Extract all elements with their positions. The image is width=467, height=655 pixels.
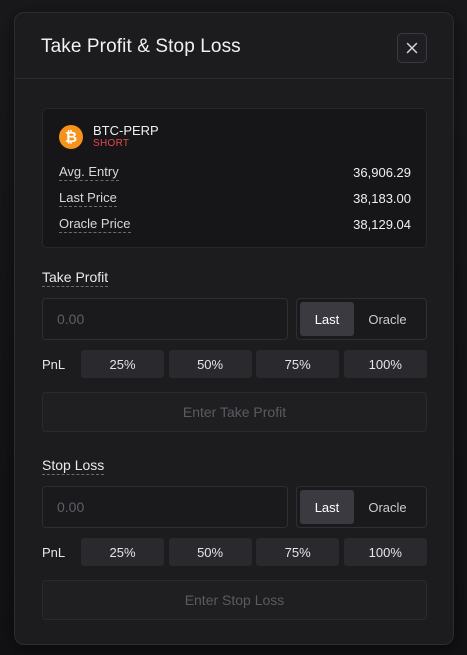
market-name: BTC-PERP [93, 123, 159, 138]
avg-entry-label: Avg. Entry [59, 163, 119, 181]
take-profit-price-input[interactable] [42, 298, 288, 340]
last-price-label: Last Price [59, 189, 117, 207]
stop-loss-pnl-25-button[interactable]: 25% [81, 538, 164, 566]
take-profit-oracle-option[interactable]: Oracle [354, 302, 421, 336]
take-profit-last-option[interactable]: Last [300, 302, 354, 336]
last-price-value: 38,183.00 [353, 190, 411, 206]
stop-loss-last-option[interactable]: Last [300, 490, 354, 524]
stop-loss-label: Stop Loss [42, 457, 105, 475]
position-side-badge: SHORT [93, 138, 130, 149]
oracle-price-label: Oracle Price [59, 215, 131, 233]
stop-loss-price-input[interactable] [42, 486, 288, 528]
modal-title: Take Profit & Stop Loss [41, 36, 241, 57]
take-profit-pnl-75-button[interactable]: 75% [256, 350, 340, 378]
stop-loss-pnl-label: PnL [42, 544, 66, 560]
take-profit-pnl-50-button[interactable]: 50% [168, 350, 252, 378]
avg-entry-value: 36,906.29 [353, 164, 411, 180]
bitcoin-icon: ₿ [59, 125, 83, 149]
take-profit-pnl-100-button[interactable]: 100% [343, 350, 427, 378]
take-profit-price-source-toggle: Last Oracle [296, 298, 427, 340]
modal-header: Take Profit & Stop Loss [15, 13, 453, 79]
oracle-price-row: Oracle Price 38,129.04 [59, 215, 411, 233]
take-profit-pnl-row: PnL 25% 50% 75% 100% [42, 350, 427, 378]
stop-loss-pnl-50-button[interactable]: 50% [168, 538, 252, 566]
enter-take-profit-button[interactable]: Enter Take Profit [42, 392, 427, 432]
stop-loss-pnl-row: PnL 25% 50% 75% 100% [42, 538, 427, 566]
close-icon [406, 42, 418, 54]
take-profit-pnl-25-button[interactable]: 25% [81, 350, 164, 378]
tp-sl-modal: Take Profit & Stop Loss ₿ BTC-PERP SHORT… [14, 12, 454, 645]
take-profit-pnl-label: PnL [42, 356, 66, 372]
last-price-row: Last Price 38,183.00 [59, 189, 411, 207]
stop-loss-price-source-toggle: Last Oracle [296, 486, 427, 528]
oracle-price-value: 38,129.04 [353, 216, 411, 232]
stop-loss-pnl-100-button[interactable]: 100% [343, 538, 427, 566]
enter-stop-loss-button[interactable]: Enter Stop Loss [42, 580, 427, 620]
stop-loss-oracle-option[interactable]: Oracle [354, 490, 421, 524]
close-button[interactable] [397, 33, 427, 63]
avg-entry-row: Avg. Entry 36,906.29 [59, 163, 411, 181]
stop-loss-pnl-75-button[interactable]: 75% [256, 538, 340, 566]
market-summary-card: ₿ BTC-PERP SHORT Avg. Entry 36,906.29 La… [42, 108, 427, 248]
take-profit-label: Take Profit [42, 269, 109, 287]
